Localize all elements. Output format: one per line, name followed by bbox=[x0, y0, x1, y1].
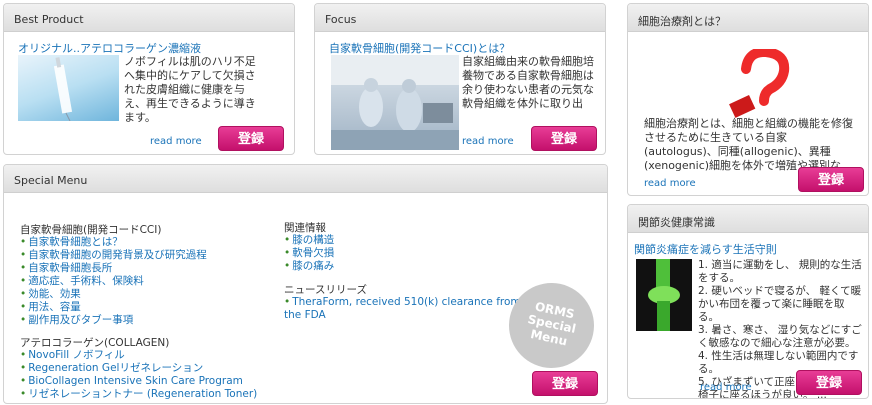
list-item[interactable]: • 自家軟骨細胞長所 bbox=[20, 262, 207, 275]
bullet-icon: • bbox=[20, 375, 27, 387]
related-info-list: • 膝の構造 • 軟骨欠損 • 膝の痛み bbox=[284, 234, 334, 273]
arthritis-register-button[interactable]: 登録 bbox=[796, 370, 862, 395]
list-item[interactable]: • TheraForm, received 510(k) clearance fr… bbox=[284, 296, 524, 322]
focus-header: Focus bbox=[315, 4, 605, 32]
bullet-icon: • bbox=[20, 249, 27, 261]
list-item[interactable]: • 用法、容量 bbox=[20, 301, 207, 314]
arthritis-read-more[interactable]: read more bbox=[700, 382, 752, 393]
cell-therapy-text: 細胞治療剤とは、細胞と組織の機能を修復させるために生きている自家(autolog… bbox=[644, 117, 853, 172]
bullet-icon: • bbox=[20, 275, 27, 287]
list-item[interactable]: • 膝の痛み bbox=[284, 260, 334, 273]
bullet-icon: • bbox=[20, 388, 27, 400]
product-syringe-image bbox=[18, 55, 119, 122]
cell-therapy-header: 細胞治療剤とは？ bbox=[628, 4, 868, 32]
focus-register-button[interactable]: 登録 bbox=[531, 126, 597, 151]
list-item[interactable]: • 効能、効果 bbox=[20, 288, 207, 301]
news-release-title: ニュースリリーズ bbox=[284, 284, 367, 296]
best-product-title-link[interactable]: オリジナル..アテロコラーゲン濃縮液 bbox=[18, 40, 201, 56]
news-release-list: • TheraForm, received 510(k) clearance fr… bbox=[284, 296, 524, 322]
list-item[interactable]: • NovoFill ノボフィル bbox=[20, 349, 257, 362]
bullet-icon: • bbox=[284, 247, 291, 259]
cell-therapy-panel: 細胞治療剤とは？ 細胞治療剤とは、細胞と組織の機能を修復させるために生きている自… bbox=[627, 3, 869, 196]
bullet-icon: • bbox=[20, 301, 27, 313]
focus-read-more[interactable]: read more bbox=[462, 136, 514, 147]
tip-item: 2. 硬いベッドで寝るが、 軽くて暖かい布団を覆って楽に睡眠を取る。 bbox=[698, 285, 862, 323]
cell-therapy-read-more[interactable]: read more bbox=[644, 178, 696, 189]
collagen-menu-list: • NovoFill ノボフィル • Regeneration Gelリゼネレーショ… bbox=[20, 349, 257, 401]
list-item[interactable]: • リゼネレーショントナー (Regeneration Toner) bbox=[20, 388, 257, 401]
bullet-icon: • bbox=[20, 262, 27, 274]
arthritis-header: 関節炎健康常識 bbox=[628, 205, 868, 233]
list-item[interactable]: • 軟骨欠損 bbox=[284, 247, 334, 260]
related-info-title: 関連情報 bbox=[284, 222, 326, 234]
bullet-icon: • bbox=[20, 349, 27, 361]
tip-item: 1. 適当に運動をし、 規則的な生活をする。 bbox=[698, 259, 862, 284]
knee-xray-image bbox=[636, 259, 692, 331]
special-menu-register-button[interactable]: 登録 bbox=[532, 371, 598, 396]
list-item[interactable]: • 自家軟骨細胞の開発背景及び研究過程 bbox=[20, 249, 207, 262]
focus-text: 自家組織由来の軟骨細胞培養物である自家軟骨細胞は余り使わない患者の元気な軟骨組織… bbox=[462, 55, 594, 110]
cci-group-title: 自家軟骨細胞(開発コードCCI) bbox=[20, 224, 162, 236]
lab-photo-image bbox=[331, 55, 459, 150]
cci-menu-list: • 自家軟骨細胞とは？ • 自家軟骨細胞の開発背景及び研究過程 • 自家軟骨細胞長所 … bbox=[20, 236, 207, 327]
orms-special-menu-badge: ORMS Special Menu bbox=[501, 275, 602, 376]
arthritis-title-link[interactable]: 関節炎痛症を減らす生活守則 bbox=[634, 241, 777, 257]
best-product-header: Best Product bbox=[4, 4, 294, 32]
bullet-icon: • bbox=[20, 362, 27, 374]
list-item[interactable]: • 膝の構造 bbox=[284, 234, 334, 247]
special-menu-header: Special Menu bbox=[4, 165, 607, 193]
focus-title-link[interactable]: 自家軟骨細胞(開発コードCCI)とは？ bbox=[329, 40, 510, 56]
question-mark-icon bbox=[728, 46, 798, 119]
best-product-text: ノボフィルは肌のハリ不足へ集中的にケアして欠損された皮膚組織に健康を与え、再生で… bbox=[124, 55, 256, 124]
bullet-icon: • bbox=[284, 260, 291, 272]
arthritis-panel: 関節炎健康常識 関節炎痛症を減らす生活守則 1. 適当に運動をし、 規則的な生活… bbox=[627, 204, 869, 399]
best-product-panel: Best Product オリジナル..アテロコラーゲン濃縮液 ノボフィルは肌の… bbox=[3, 3, 295, 155]
tip-item: 3. 暑さ、寒さ、 湿り気などにすごく敏感なので細心な注意が必要。 bbox=[698, 324, 862, 349]
bullet-icon: • bbox=[20, 314, 27, 326]
list-item[interactable]: • Regeneration Gelリゼネレーション bbox=[20, 362, 257, 375]
collagen-group-title: アテロコラーゲン(COLLAGEN) bbox=[20, 337, 170, 349]
bullet-icon: • bbox=[284, 296, 291, 308]
list-item[interactable]: • 副作用及びタブー事項 bbox=[20, 314, 207, 327]
focus-panel: Focus 自家軟骨細胞(開発コードCCI)とは？ 自家組織由来の軟骨細胞培養物… bbox=[314, 3, 606, 155]
best-product-register-button[interactable]: 登録 bbox=[218, 126, 284, 151]
list-item[interactable]: • 適応症、手術料、保険料 bbox=[20, 275, 207, 288]
cell-therapy-register-button[interactable]: 登録 bbox=[798, 167, 864, 192]
bullet-icon: • bbox=[20, 236, 27, 248]
special-menu-panel: Special Menu 自家軟骨細胞(開発コードCCI) • 自家軟骨細胞とは？… bbox=[3, 164, 608, 404]
bullet-icon: • bbox=[20, 288, 27, 300]
list-item[interactable]: • BioCollagen Intensive Skin Care Program bbox=[20, 375, 257, 388]
list-item[interactable]: • 自家軟骨細胞とは？ bbox=[20, 236, 207, 249]
bullet-icon: • bbox=[284, 234, 291, 246]
best-product-read-more[interactable]: read more bbox=[150, 136, 202, 147]
